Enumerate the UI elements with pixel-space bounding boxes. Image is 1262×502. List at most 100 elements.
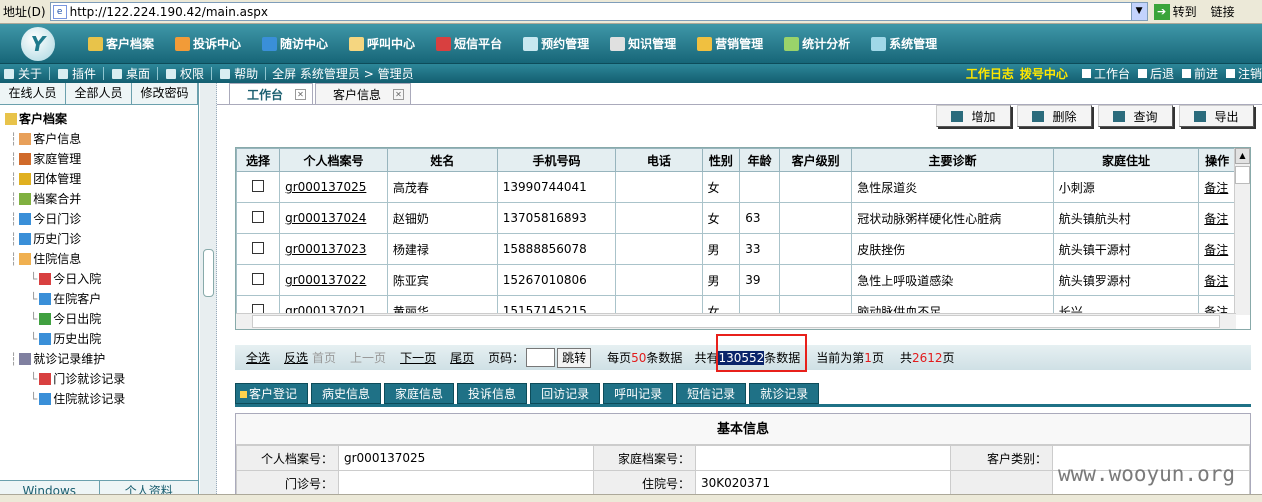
- tab[interactable]: 客户信息 ✕: [315, 83, 412, 104]
- table-cell: [615, 202, 703, 234]
- detail-tab[interactable]: 病史信息: [311, 383, 382, 404]
- remark-link[interactable]: 备注: [1204, 212, 1228, 226]
- scroll-up-icon[interactable]: ▲: [1235, 148, 1250, 164]
- left-tab[interactable]: 全部人员: [66, 83, 132, 104]
- toolbar-permission[interactable]: 权限: [166, 65, 204, 82]
- tree-item[interactable]: ┆ 就诊记录维护: [0, 349, 198, 369]
- detail-tab[interactable]: 家庭信息: [384, 383, 455, 404]
- dial-center-link[interactable]: 拨号中心: [1020, 65, 1068, 82]
- column-header: 选择: [236, 148, 281, 172]
- tab[interactable]: 工作台 ✕: [229, 83, 314, 104]
- toolbar-plugin[interactable]: 插件: [58, 65, 96, 82]
- tree-item[interactable]: ┆ 家庭管理: [0, 149, 198, 169]
- table-cell: 航头镇干源村: [1052, 233, 1200, 265]
- tree-item[interactable]: ┆ 档案合并: [0, 189, 198, 209]
- archive-link[interactable]: gr000137023: [285, 242, 366, 256]
- toolbar-forward[interactable]: 前进: [1181, 65, 1218, 82]
- jump-button[interactable]: 跳转: [557, 347, 592, 368]
- row-checkbox[interactable]: [252, 241, 265, 254]
- detail-tab[interactable]: 就诊记录: [749, 383, 820, 404]
- close-icon[interactable]: ✕: [295, 88, 307, 100]
- tree-label: 档案合并: [33, 192, 82, 206]
- workbench-icon: [1081, 69, 1091, 78]
- nav-complaint[interactable]: 投诉中心: [175, 35, 241, 52]
- remark-link[interactable]: 备注: [1204, 274, 1228, 288]
- nav-appointment[interactable]: 预约管理: [523, 35, 589, 52]
- vertical-scrollbar[interactable]: ▲: [1234, 148, 1250, 315]
- close-icon[interactable]: ✕: [393, 88, 405, 100]
- toolbar-desktop[interactable]: 桌面: [112, 65, 150, 82]
- nav-stats[interactable]: 统计分析: [784, 35, 850, 52]
- first-page-link[interactable]: 首页: [312, 349, 336, 366]
- tree-item[interactable]: ┆ 团体管理: [0, 169, 198, 189]
- nav-followup[interactable]: 随访中心: [262, 35, 328, 52]
- tree-label: 历史出院: [53, 332, 102, 346]
- button-label: 查询: [1133, 109, 1158, 124]
- tree-item[interactable]: └ 在院客户: [0, 289, 198, 309]
- tree-item[interactable]: └ 住院就诊记录: [0, 389, 198, 409]
- url-field[interactable]: e http://122.224.190.42/main.aspx ▼: [49, 2, 1148, 21]
- page-input[interactable]: [526, 348, 556, 367]
- work-log-link[interactable]: 工作日志: [966, 65, 1014, 82]
- archive-link[interactable]: gr000137022: [285, 273, 366, 287]
- nav-knowledge[interactable]: 知识管理: [610, 35, 676, 52]
- left-tab[interactable]: 在线人员: [0, 83, 66, 104]
- go-button[interactable]: ➔ 转到: [1153, 3, 1197, 20]
- detail-tab[interactable]: 客户登记: [235, 383, 309, 404]
- toolbar-help[interactable]: 帮助: [220, 65, 258, 82]
- panel-splitter[interactable]: [200, 83, 217, 502]
- splitter-handle[interactable]: [203, 249, 214, 297]
- remark-link[interactable]: 备注: [1204, 181, 1228, 195]
- basic-info-title: 基本信息: [236, 414, 1250, 445]
- select-all-link[interactable]: 全选: [246, 349, 270, 366]
- nav-label: 随访中心: [280, 37, 329, 51]
- left-tab[interactable]: 修改密码: [132, 83, 198, 104]
- detail-tab[interactable]: 呼叫记录: [603, 383, 674, 404]
- toolbar-about[interactable]: 关于: [4, 65, 42, 82]
- delete-button[interactable]: 删除: [1017, 105, 1092, 127]
- remark-link[interactable]: 备注: [1204, 243, 1228, 257]
- h-scroll-thumb[interactable]: [252, 315, 1220, 328]
- tree-item[interactable]: ┆ 今日门诊: [0, 209, 198, 229]
- detail-tab[interactable]: 回访记录: [530, 383, 601, 404]
- detail-tab[interactable]: 投诉信息: [457, 383, 528, 404]
- row-checkbox[interactable]: [252, 179, 265, 192]
- tree-item[interactable]: ┆ 客户信息: [0, 129, 198, 149]
- tree-connector: ┆: [10, 252, 18, 266]
- archive-link[interactable]: gr000137025: [285, 180, 366, 194]
- tree-item[interactable]: ┆ 历史门诊: [0, 229, 198, 249]
- invert-link[interactable]: 反选: [284, 349, 308, 366]
- toolbar-back[interactable]: 后退: [1137, 65, 1174, 82]
- horizontal-scrollbar[interactable]: [236, 313, 1236, 329]
- export-button[interactable]: 导出: [1179, 105, 1254, 127]
- tree-item[interactable]: └ 今日入院: [0, 269, 198, 289]
- nav-customer[interactable]: 客户档案: [88, 35, 154, 52]
- tree-item[interactable]: └ 历史出院: [0, 329, 198, 349]
- toolbar-workbench[interactable]: 工作台: [1081, 65, 1130, 82]
- tree-item[interactable]: └ 今日出院: [0, 309, 198, 329]
- tab-label: 客户信息: [333, 87, 382, 102]
- tree-root[interactable]: 客户档案: [0, 109, 198, 129]
- nav-system[interactable]: 系统管理: [871, 35, 937, 52]
- scroll-thumb[interactable]: [1235, 166, 1250, 184]
- row-checkbox[interactable]: [252, 210, 265, 223]
- nav-marketing[interactable]: 营销管理: [697, 35, 763, 52]
- tree-item[interactable]: └ 门诊就诊记录: [0, 369, 198, 389]
- prev-page-link[interactable]: 上一页: [350, 349, 386, 366]
- next-page-link[interactable]: 下一页: [400, 349, 436, 366]
- last-page-link[interactable]: 尾页: [450, 349, 474, 366]
- links-button[interactable]: 链接: [1211, 3, 1235, 20]
- column-header: 客户级别: [779, 148, 853, 172]
- chevron-down-icon[interactable]: ▼: [1130, 3, 1147, 20]
- nav-call[interactable]: 呼叫中心: [349, 35, 415, 52]
- query-button[interactable]: 查询: [1098, 105, 1173, 127]
- tree-node-icon: [19, 213, 32, 225]
- toolbar-logout[interactable]: 注销: [1225, 65, 1262, 82]
- nav-sms[interactable]: 短信平台: [436, 35, 502, 52]
- archive-link[interactable]: gr000137024: [285, 211, 366, 225]
- detail-tab[interactable]: 短信记录: [676, 383, 747, 404]
- tree-item[interactable]: ┆ 住院信息: [0, 249, 198, 269]
- add-button[interactable]: 增加: [936, 105, 1011, 127]
- row-checkbox[interactable]: [252, 272, 265, 285]
- app-logo: Y: [21, 26, 55, 61]
